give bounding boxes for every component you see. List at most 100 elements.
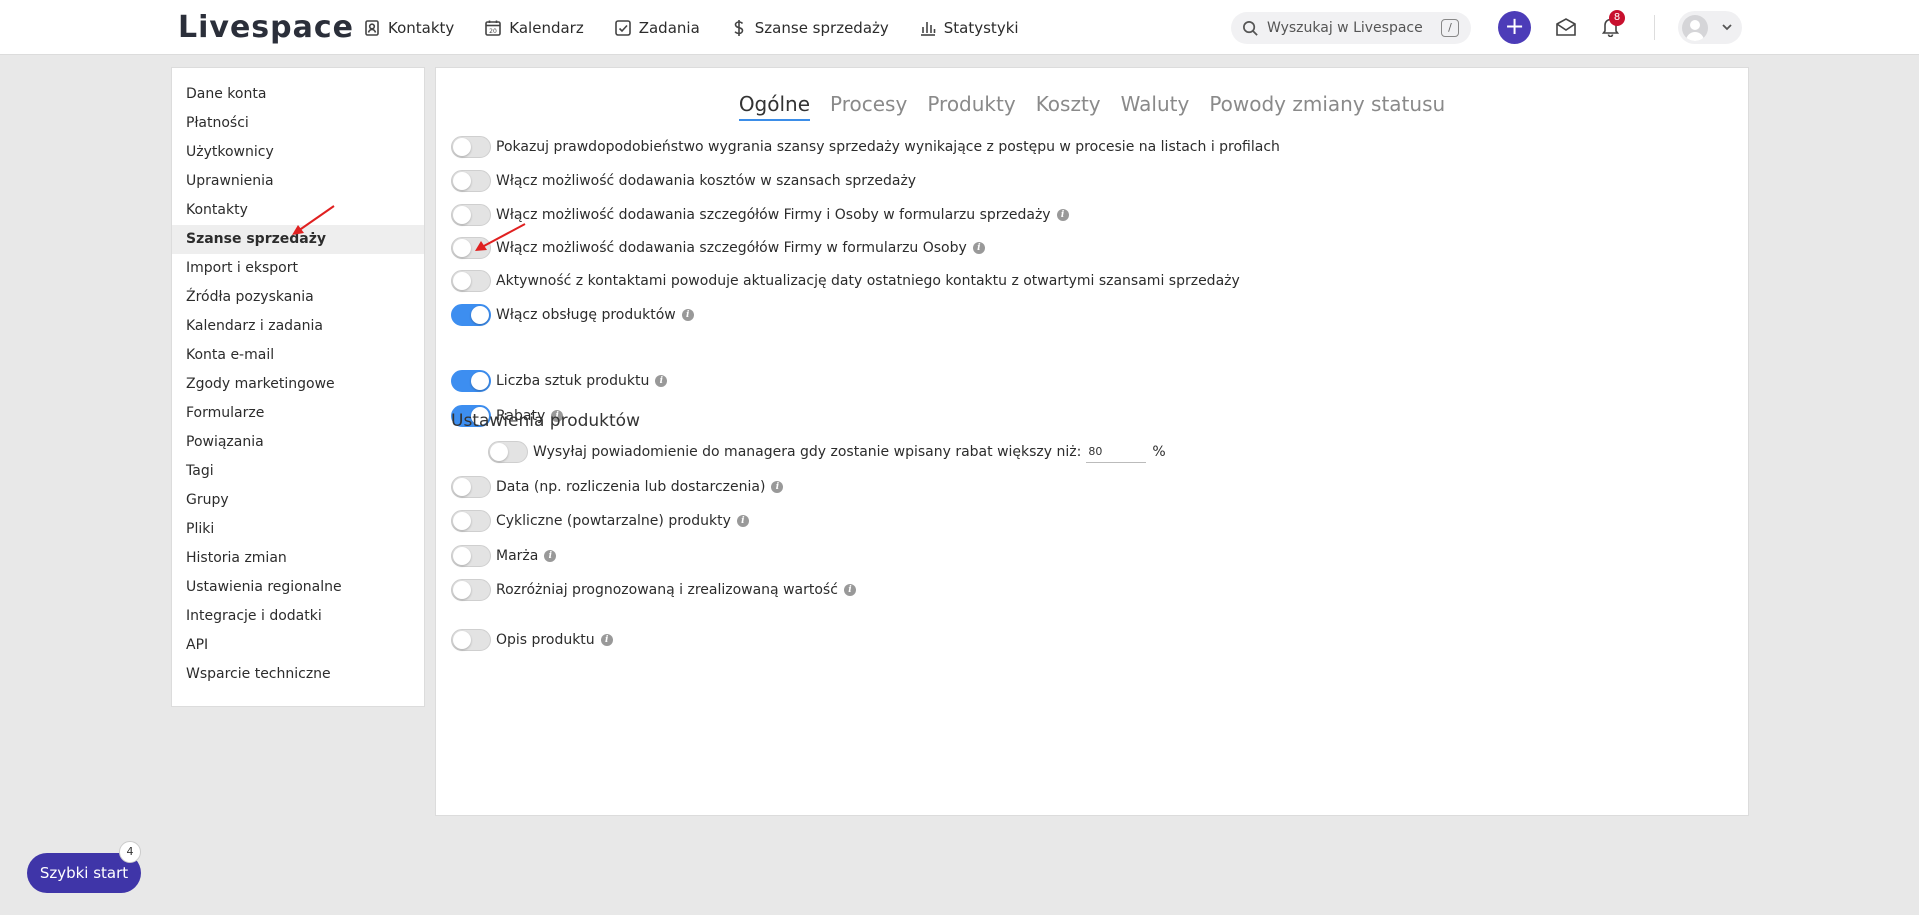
add-new-button[interactable]: +: [1498, 11, 1531, 44]
search-shortcut-hint: /: [1441, 19, 1459, 37]
setting-label: Pokazuj prawdopodobieństwo wygrania szan…: [496, 139, 1280, 155]
setting-label: Rozróżniaj prognozowaną i zrealizowaną w…: [496, 582, 838, 598]
sidebar-item-kalendarz-i-zadania[interactable]: Kalendarz i zadania: [172, 312, 424, 341]
mail-button[interactable]: [1555, 17, 1577, 41]
quick-start-badge: 4: [119, 841, 141, 863]
info-icon[interactable]: i: [1056, 209, 1069, 221]
sidebar-item-integracje-i-dodatki[interactable]: Integracje i dodatki: [172, 602, 424, 631]
main-nav: Kontakty 20 Kalendarz Zadania Szanse spr…: [363, 0, 1049, 55]
sidebar-item-powiazania[interactable]: Powiązania: [172, 428, 424, 457]
nav-szanse-label: Szanse sprzedaży: [754, 18, 889, 37]
sidebar-item-dane-konta[interactable]: Dane konta: [172, 80, 424, 109]
tasks-icon: [614, 19, 631, 36]
sidebar-item-api[interactable]: API: [172, 631, 424, 660]
percent-unit: %: [1152, 444, 1166, 460]
nav-kontakty-label: Kontakty: [388, 18, 455, 37]
setting-toggle[interactable]: [451, 579, 491, 601]
avatar: [1682, 15, 1708, 41]
setting-label: Włącz obsługę produktów: [496, 307, 676, 323]
setting-row: Pokazuj prawdopodobieństwo wygrania szan…: [451, 135, 1280, 159]
top-bar: Livespace Kontakty 20 Kalendarz Zadania …: [0, 0, 1919, 55]
nav-kontakty[interactable]: Kontakty: [363, 19, 454, 37]
setting-row: Rozróżniaj prognozowaną i zrealizowaną w…: [451, 578, 856, 602]
setting-row: Włącz obsługę produktów i: [451, 303, 694, 327]
setting-label: Opis produktu: [496, 632, 595, 648]
setting-toggle[interactable]: [488, 441, 528, 463]
nav-szanse-sprzedazy[interactable]: Szanse sprzedaży: [730, 19, 889, 37]
calendar-day: 20: [489, 28, 497, 35]
info-icon[interactable]: i: [544, 550, 557, 562]
tab-procesy[interactable]: Procesy: [830, 92, 907, 121]
sidebar-item-historia-zmian[interactable]: Historia zmian: [172, 544, 424, 573]
sidebar-item-konta-e-mail[interactable]: Konta e-mail: [172, 341, 424, 370]
search-box[interactable]: /: [1231, 12, 1471, 44]
sidebar-item-pliki[interactable]: Pliki: [172, 515, 424, 544]
sidebar-item-zrodla-pozyskania[interactable]: Źródła pozyskania: [172, 283, 424, 312]
setting-toggle[interactable]: [451, 510, 491, 532]
nav-zadania[interactable]: Zadania: [614, 19, 700, 37]
info-icon[interactable]: i: [655, 375, 668, 387]
info-icon[interactable]: i: [681, 309, 694, 321]
setting-toggle[interactable]: [451, 304, 491, 326]
info-icon[interactable]: i: [972, 242, 985, 254]
setting-label: Liczba sztuk produktu: [496, 373, 650, 389]
annotation-arrow-icon: [292, 205, 335, 235]
sidebar-item-grupy[interactable]: Grupy: [172, 486, 424, 515]
topbar-divider: [1654, 15, 1655, 40]
tab-waluty[interactable]: Waluty: [1121, 92, 1190, 121]
search-input[interactable]: [1267, 20, 1437, 36]
sidebar-item-platnosci[interactable]: Płatności: [172, 109, 424, 138]
livespace-logo[interactable]: Livespace: [178, 10, 354, 45]
setting-label: Data (np. rozliczenia lub dostarczenia): [496, 479, 766, 495]
nav-kalendarz[interactable]: 20 Kalendarz: [484, 18, 584, 37]
info-icon[interactable]: i: [771, 481, 784, 493]
tab-ogolne[interactable]: Ogólne: [738, 92, 811, 121]
setting-label: Marża: [496, 548, 539, 564]
setting-toggle[interactable]: [451, 370, 491, 392]
sidebar-item-zgody-marketingowe[interactable]: Zgody marketingowe: [172, 370, 424, 399]
setting-toggle[interactable]: [451, 170, 491, 192]
setting-toggle[interactable]: [451, 476, 491, 498]
setting-row: Marża i: [451, 544, 557, 568]
settings-tabs: Ogólne Procesy Produkty Koszty Waluty Powody …: [436, 92, 1748, 121]
search-icon: [1243, 20, 1258, 36]
user-menu[interactable]: [1678, 11, 1742, 44]
setting-toggle[interactable]: [451, 629, 491, 651]
sidebar-item-uzytkownicy[interactable]: Użytkownicy: [172, 138, 424, 167]
sidebar-item-tagi[interactable]: Tagi: [172, 457, 424, 486]
settings-sidebar: Dane konta Płatności Użytkownicy Uprawnieni…: [171, 67, 425, 707]
setting-toggle[interactable]: [451, 136, 491, 158]
sidebar-item-ustawienia-regionalne[interactable]: Ustawienia regionalne: [172, 573, 424, 602]
info-icon[interactable]: i: [600, 634, 613, 646]
setting-label: Cykliczne (powtarzalne) produkty: [496, 513, 731, 529]
product-settings-title: Ustawienia produktów: [451, 411, 640, 431]
nav-zadania-label: Zadania: [638, 18, 700, 37]
settings-panel: Ogólne Procesy Produkty Koszty Waluty Powody …: [435, 67, 1749, 816]
annotation-arrow-icon: [475, 223, 526, 251]
tab-produkty[interactable]: Produkty: [927, 92, 1015, 121]
setting-row: Włącz możliwość dodawania szczegółów Fir…: [451, 236, 985, 260]
info-icon[interactable]: i: [736, 515, 749, 527]
dollar-icon: [734, 19, 744, 36]
tab-koszty[interactable]: Koszty: [1036, 92, 1101, 121]
nav-statystyki[interactable]: Statystyki: [919, 19, 1019, 37]
setting-row: Aktywność z kontaktami powoduje aktualiz…: [451, 269, 1240, 293]
tab-powody-zmiany-statusu[interactable]: Powody zmiany statusu: [1209, 92, 1445, 121]
setting-toggle[interactable]: [451, 545, 491, 567]
stats-icon: [920, 21, 936, 36]
calendar-icon: 20: [485, 20, 502, 36]
info-icon[interactable]: i: [843, 584, 856, 596]
setting-toggle[interactable]: [451, 270, 491, 292]
setting-row: Włącz możliwość dodawania kosztów w szan…: [451, 169, 916, 193]
setting-row: Opis produktu i: [451, 628, 613, 652]
sidebar-item-wsparcie-techniczne[interactable]: Wsparcie techniczne: [172, 660, 424, 689]
sidebar-item-import-i-eksport[interactable]: Import i eksport: [172, 254, 424, 283]
setting-label: Włącz możliwość dodawania kosztów w szan…: [496, 173, 917, 189]
discount-threshold-input[interactable]: [1086, 441, 1147, 463]
chevron-down-icon: [1722, 24, 1732, 31]
sidebar-item-formularze[interactable]: Formularze: [172, 399, 424, 428]
setting-row: Liczba sztuk produktu i: [451, 369, 668, 393]
sidebar-item-uprawnienia[interactable]: Uprawnienia: [172, 167, 424, 196]
setting-label: Wysyłaj powiadomienie do managera gdy zo…: [533, 444, 1082, 460]
nav-kalendarz-label: Kalendarz: [509, 18, 584, 37]
